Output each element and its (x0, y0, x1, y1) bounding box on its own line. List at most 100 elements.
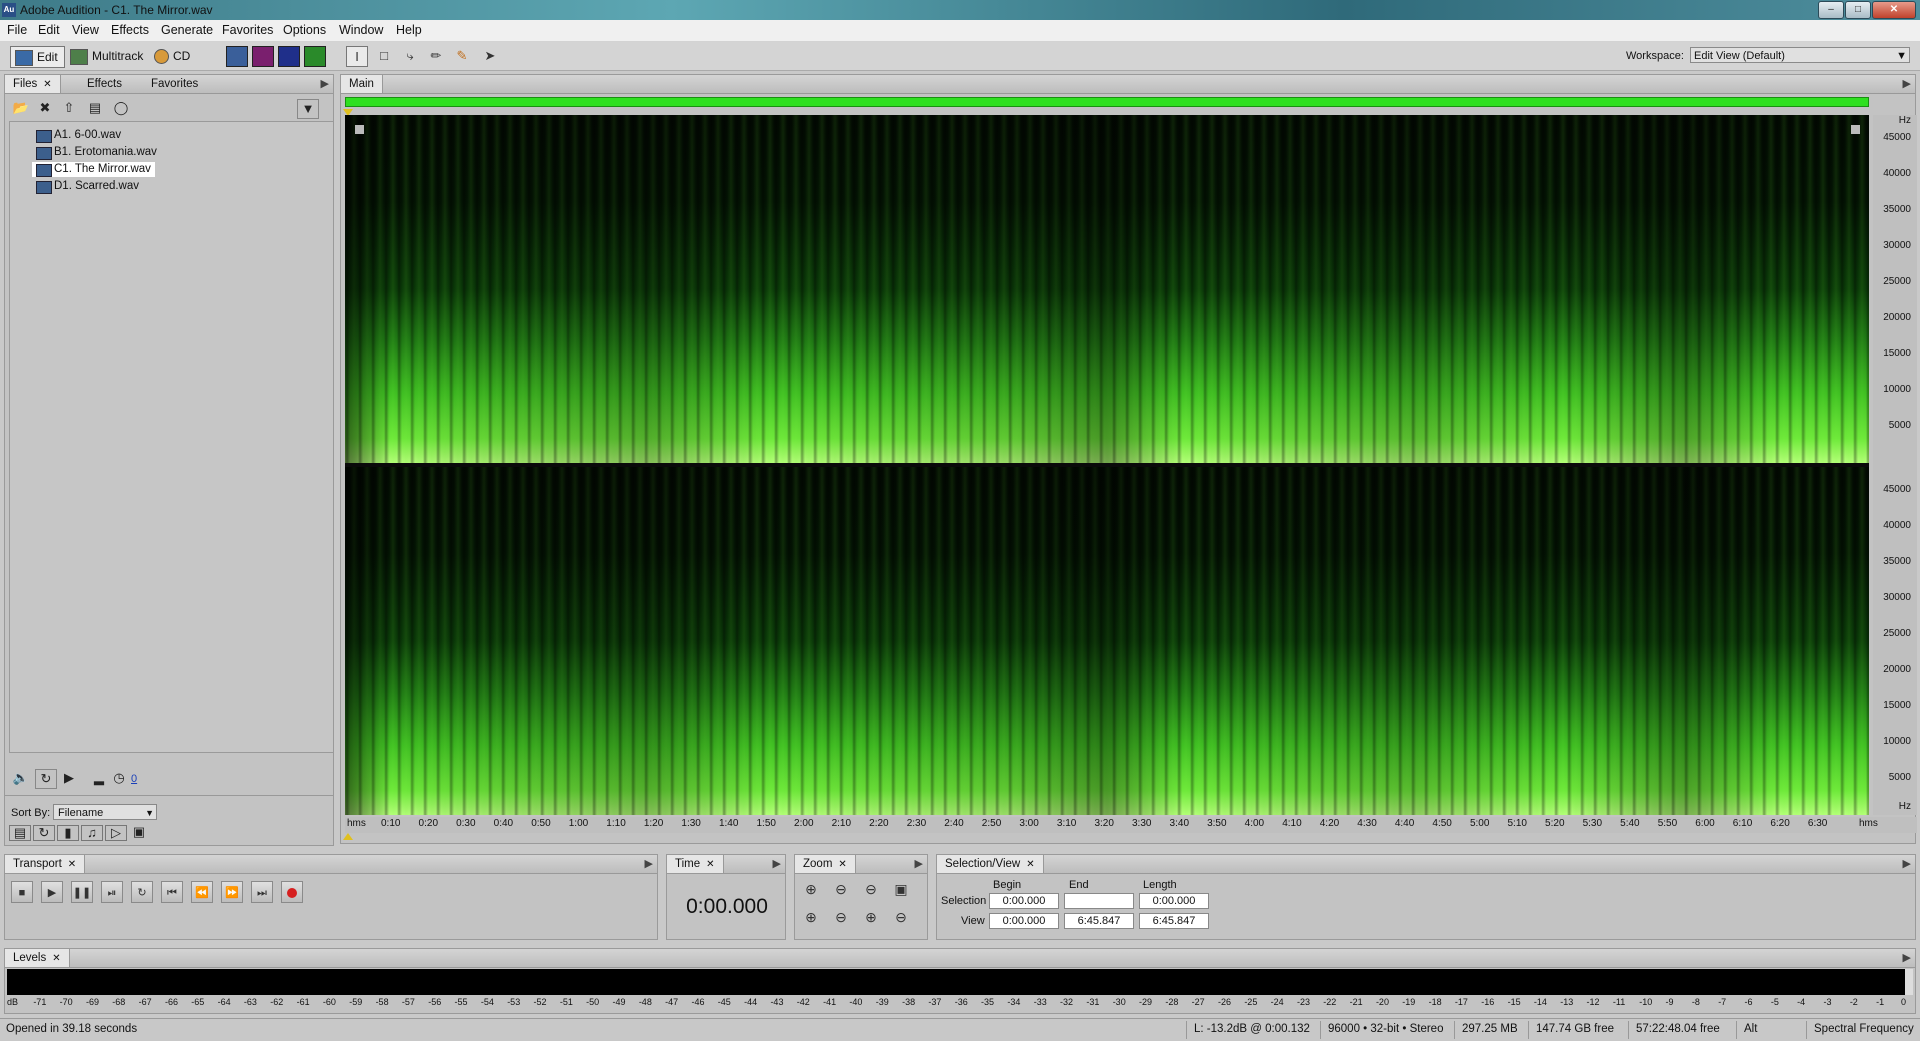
left-channel-spectrogram[interactable] (345, 115, 1869, 463)
scrub-tool-icon[interactable]: ➤ (480, 46, 500, 65)
playhead-marker-icon[interactable] (343, 833, 353, 840)
close-button[interactable]: ✕ (1872, 1, 1916, 19)
sort-by-select[interactable]: Filename ▼ (53, 804, 157, 820)
cd-view-button[interactable]: CD (150, 46, 194, 66)
panel-menu-icon[interactable]: ▶ (321, 77, 329, 90)
go-to-beginning-button[interactable]: ⏮ (161, 881, 183, 903)
import-file-icon[interactable]: ⇧ (59, 99, 79, 117)
play-icon[interactable]: ▶ (59, 769, 79, 787)
filter-cd-icon[interactable]: ▣ (129, 825, 149, 839)
time-ruler[interactable]: hms hms 0:10 0:20 0:30 0:40 0:50 1:00 1:10 1:20… (345, 817, 1917, 833)
time-selection-tool-icon[interactable]: I (346, 46, 368, 67)
spectral-frequency-icon[interactable] (304, 46, 326, 67)
list-item[interactable]: C1. The Mirror.wav (32, 162, 155, 177)
zoom-out-full-icon[interactable]: ⊖ (861, 879, 881, 899)
show-options-icon[interactable]: ▼ (297, 99, 319, 119)
loop-play-button[interactable]: ↻ (131, 881, 153, 903)
edit-file-icon[interactable]: ◯ (111, 99, 131, 117)
menu-generate[interactable]: Generate (161, 23, 213, 37)
open-file-icon[interactable]: 📂 (11, 99, 31, 117)
right-channel-spectrogram[interactable] (345, 467, 1869, 815)
spectral-pan-icon[interactable] (252, 46, 274, 67)
zoom-out-vertical-icon[interactable]: ⊖ (891, 907, 911, 927)
close-tab-icon[interactable]: ✕ (1026, 859, 1034, 870)
tab-levels[interactable]: Levels ✕ (5, 949, 70, 967)
menu-options[interactable]: Options (283, 23, 326, 37)
menu-file[interactable]: File (7, 23, 27, 37)
selection-length-field[interactable]: 0:00.000 (1139, 893, 1209, 909)
fast-forward-button[interactable]: ⏩ (221, 881, 243, 903)
tab-time[interactable]: Time ✕ (667, 855, 724, 873)
waveform-view-icon[interactable] (226, 46, 248, 67)
selection-begin-field[interactable]: 0:00.000 (989, 893, 1059, 909)
zoom-out-horizontal-icon[interactable]: ⊖ (831, 907, 851, 927)
play-button[interactable]: ▶ (41, 881, 63, 903)
close-tab-icon[interactable]: ✕ (68, 859, 76, 870)
tab-selection-view[interactable]: Selection/View ✕ (937, 855, 1044, 873)
speaker-icon[interactable]: 🔈 (11, 769, 31, 787)
filter-midi-icon[interactable]: ▮ (57, 825, 79, 841)
view-begin-field[interactable]: 0:00.000 (989, 913, 1059, 929)
tab-files[interactable]: Files ✕ (5, 75, 61, 93)
zoom-in-vertical-icon[interactable]: ⊕ (861, 907, 881, 927)
menu-edit[interactable]: Edit (38, 23, 60, 37)
filter-audio-icon[interactable]: ▤ (9, 825, 31, 841)
view-length-field[interactable]: 6:45.847 (1139, 913, 1209, 929)
zoom-navigator-bar[interactable] (345, 97, 1869, 107)
insert-into-multitrack-icon[interactable]: ▤ (85, 99, 105, 117)
panel-menu-icon[interactable]: ▶ (773, 857, 781, 870)
close-tab-icon[interactable]: ✕ (706, 859, 714, 870)
tab-favorites[interactable]: Favorites (143, 75, 206, 93)
spot-healing-brush-icon[interactable]: ✎ (452, 46, 472, 65)
spectral-display[interactable] (345, 115, 1869, 815)
workspace-select[interactable]: Edit View (Default) ▼ (1690, 47, 1910, 63)
play-from-cursor-button[interactable]: ⏯ (101, 881, 123, 903)
volume-knob-icon[interactable]: ◷ (109, 769, 129, 787)
list-item[interactable]: B1. Erotomania.wav (32, 145, 161, 160)
selection-end-field[interactable] (1064, 893, 1134, 909)
menu-effects[interactable]: Effects (111, 23, 149, 37)
multitrack-view-button[interactable]: Multitrack (66, 46, 147, 66)
tab-effects[interactable]: Effects (79, 75, 130, 93)
menu-window[interactable]: Window (339, 23, 383, 37)
stop-button[interactable]: ■ (11, 881, 33, 903)
tab-transport[interactable]: Transport ✕ (5, 855, 86, 873)
zoom-in-amplitude-icon[interactable]: ⊕ (801, 879, 821, 899)
spectral-phase-icon[interactable] (278, 46, 300, 67)
filter-music-icon[interactable]: ♫ (81, 825, 103, 841)
close-tab-icon[interactable]: ✕ (52, 953, 60, 964)
menu-view[interactable]: View (72, 23, 99, 37)
channel-toggle-icon[interactable] (355, 125, 364, 134)
maximize-button[interactable]: □ (1845, 1, 1871, 19)
close-tab-icon[interactable]: ✕ (838, 859, 846, 870)
filter-video-icon[interactable]: ▷ (105, 825, 127, 841)
panel-menu-icon[interactable]: ▶ (1903, 77, 1911, 90)
zoom-out-amplitude-icon[interactable]: ⊖ (831, 879, 851, 899)
close-file-icon[interactable]: ✖ (35, 99, 55, 117)
panel-menu-icon[interactable]: ▶ (915, 857, 923, 870)
panel-menu-icon[interactable]: ▶ (1903, 951, 1911, 964)
channel-toggle-icon[interactable] (1851, 125, 1860, 134)
panel-menu-icon[interactable]: ▶ (1903, 857, 1911, 870)
minimize-button[interactable]: – (1818, 1, 1844, 19)
menu-favorites[interactable]: Favorites (222, 23, 273, 37)
loop-icon[interactable]: ↻ (35, 769, 57, 789)
list-item[interactable]: D1. Scarred.wav (32, 179, 143, 194)
go-to-end-button[interactable]: ⏭ (251, 881, 273, 903)
volume-value[interactable]: 0 (131, 773, 137, 785)
tab-zoom[interactable]: Zoom ✕ (795, 855, 856, 873)
pause-button[interactable]: ❚❚ (71, 881, 93, 903)
record-button[interactable] (281, 881, 303, 903)
effects-paintbrush-icon[interactable]: ✏ (426, 46, 446, 65)
zoom-to-selection-icon[interactable]: ▣ (891, 879, 911, 899)
lasso-tool-icon[interactable]: ⤷ (400, 46, 420, 65)
marquee-tool-icon[interactable]: □ (374, 46, 394, 65)
edit-view-button[interactable]: Edit (10, 46, 65, 68)
panel-menu-icon[interactable]: ▶ (645, 857, 653, 870)
zoom-in-horizontal-icon[interactable]: ⊕ (801, 907, 821, 927)
rewind-button[interactable]: ⏪ (191, 881, 213, 903)
filter-loop-icon[interactable]: ↻ (33, 825, 55, 841)
close-tab-icon[interactable]: ✕ (43, 79, 51, 90)
list-item[interactable]: A1. 6-00.wav (32, 128, 125, 143)
view-end-field[interactable]: 6:45.847 (1064, 913, 1134, 929)
